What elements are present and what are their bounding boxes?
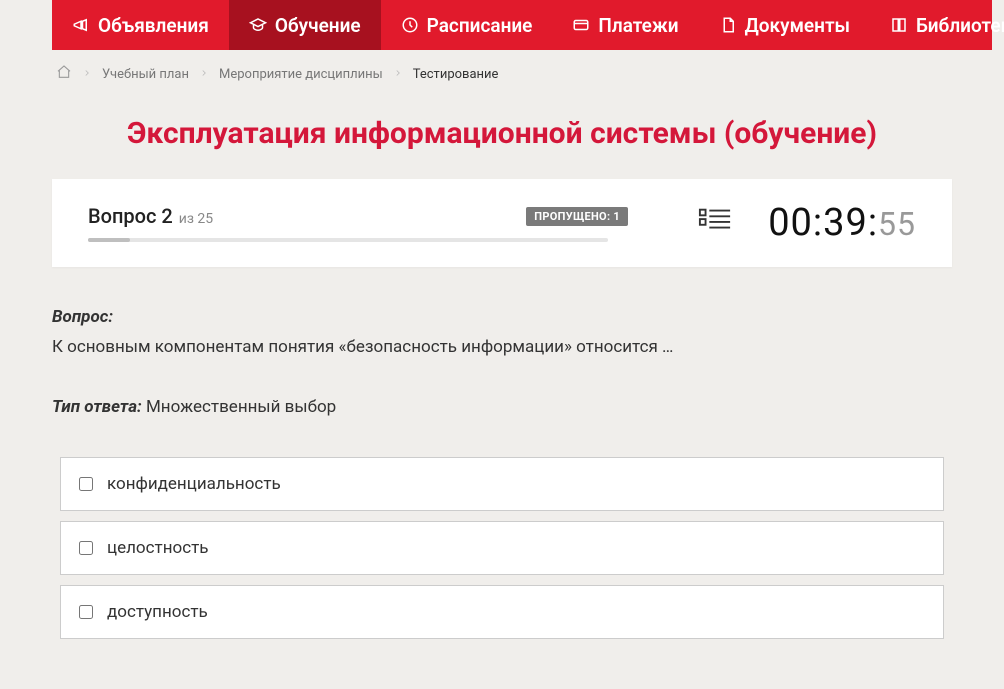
nav-library[interactable]: Библиотека xyxy=(870,0,1004,50)
question-total: из 25 xyxy=(179,211,213,227)
nav-payments[interactable]: Платежи xyxy=(552,0,698,50)
nav-label: Объявления xyxy=(98,14,209,37)
answer-type-value: Множественный выбор xyxy=(146,397,336,417)
book-icon xyxy=(890,16,908,34)
nav-label: Документы xyxy=(745,14,850,37)
chevron-right-icon xyxy=(199,67,209,82)
nav-learning[interactable]: Обучение xyxy=(229,0,381,50)
option-item[interactable]: доступность xyxy=(60,585,944,639)
question-text: К основным компонентам понятия «безопасн… xyxy=(52,337,952,357)
page-title: Эксплуатация информационной системы (обу… xyxy=(22,116,982,151)
nav-documents[interactable]: Документы xyxy=(699,0,870,50)
nav-announcements[interactable]: Объявления xyxy=(52,0,229,50)
home-icon[interactable] xyxy=(56,64,72,84)
clock-icon xyxy=(401,16,419,34)
question-number: Вопрос 2 xyxy=(88,204,173,228)
skipped-badge: ПРОПУЩЕНО: 1 xyxy=(526,207,628,226)
option-text: целостность xyxy=(107,538,209,558)
document-icon xyxy=(719,16,737,34)
breadcrumb-current: Тестирование xyxy=(413,67,499,82)
nav-label: Расписание xyxy=(427,14,533,37)
timer-seconds: 55 xyxy=(878,205,916,243)
card-icon xyxy=(572,16,590,34)
top-nav: Объявления Обучение Расписание Платежи Д… xyxy=(52,0,992,50)
breadcrumb-link[interactable]: Учебный план xyxy=(102,67,189,82)
chevron-right-icon xyxy=(393,67,403,82)
option-checkbox[interactable] xyxy=(79,541,93,555)
timer: 00:39:55 xyxy=(768,201,916,245)
answer-type-label: Тип ответа: xyxy=(52,397,142,417)
option-item[interactable]: целостность xyxy=(60,521,944,575)
question-list-button[interactable] xyxy=(698,206,732,240)
prompt-label: Вопрос: xyxy=(52,307,113,327)
nav-label: Обучение xyxy=(275,14,361,37)
option-text: доступность xyxy=(107,602,208,622)
option-checkbox[interactable] xyxy=(79,477,93,491)
nav-label: Платежи xyxy=(598,14,678,37)
nav-schedule[interactable]: Расписание xyxy=(381,0,553,50)
progress-fill xyxy=(88,238,130,242)
graduation-icon xyxy=(249,16,267,34)
chevron-right-icon xyxy=(82,67,92,82)
timer-main: 00:39: xyxy=(768,201,878,245)
option-checkbox[interactable] xyxy=(79,605,93,619)
breadcrumb: Учебный план Мероприятие дисциплины Тест… xyxy=(22,50,982,98)
question-body: Вопрос: К основным компонентам понятия «… xyxy=(22,267,982,417)
progress-bar xyxy=(88,238,608,242)
breadcrumb-link[interactable]: Мероприятие дисциплины xyxy=(219,67,383,82)
status-card: Вопрос 2 из 25 ПРОПУЩЕНО: 1 00:39:55 xyxy=(52,179,952,267)
megaphone-icon xyxy=(72,16,90,34)
options-list: конфиденциальность целостность доступнос… xyxy=(22,457,982,689)
option-text: конфиденциальность xyxy=(107,474,281,494)
nav-label: Библиотека xyxy=(916,14,1004,37)
option-item[interactable]: конфиденциальность xyxy=(60,457,944,511)
